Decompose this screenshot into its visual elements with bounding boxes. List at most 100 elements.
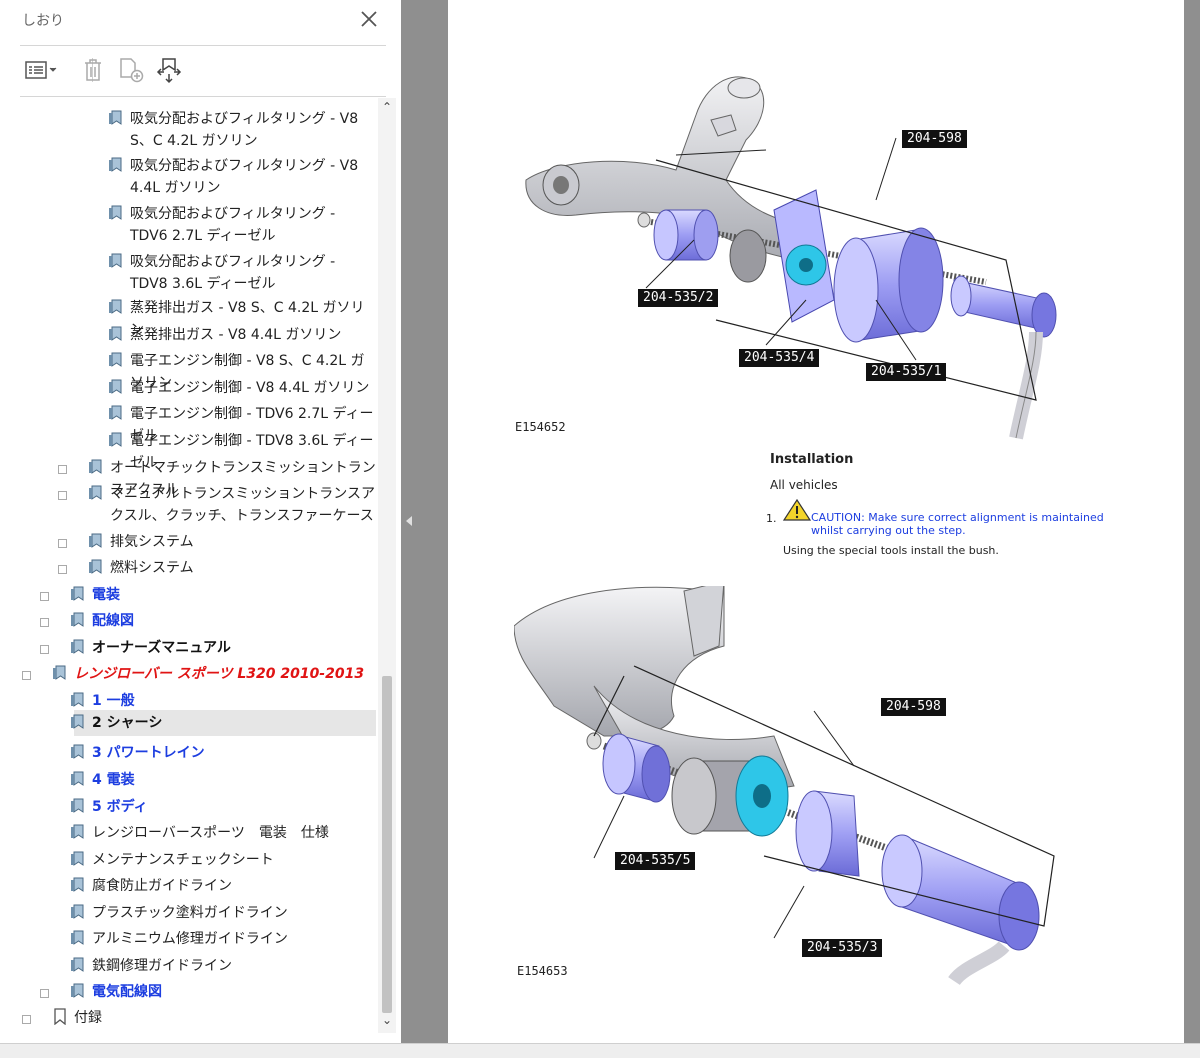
callout-label: 204-535/4 bbox=[739, 349, 820, 367]
expand-toggle-icon[interactable] bbox=[22, 1015, 31, 1024]
step-text: Using the special tools install the bush… bbox=[783, 544, 999, 557]
bookmark-icon bbox=[108, 298, 124, 315]
scroll-thumb[interactable] bbox=[382, 676, 392, 1013]
expand-toggle-icon[interactable] bbox=[40, 618, 49, 627]
bookmark-icon bbox=[70, 797, 86, 814]
bookmark-item[interactable]: 電子エンジン制御 - V8 S、C 4.2L ガソリン bbox=[0, 348, 378, 391]
expand-toggle-icon[interactable] bbox=[40, 989, 49, 998]
callout-label: 204-598 bbox=[902, 130, 967, 148]
bookmark-icon bbox=[108, 431, 124, 448]
expand-toggle-icon[interactable] bbox=[58, 465, 67, 474]
bookmark-item[interactable]: 電子エンジン制御 - V8 4.4L ガソリン bbox=[0, 375, 378, 401]
bookmark-label: 燃料システム bbox=[110, 560, 194, 576]
scroll-down-icon[interactable]: ⌄ bbox=[378, 1013, 396, 1031]
bookmark-item[interactable]: 蒸発排出ガス - V8 S、C 4.2L ガソリン bbox=[0, 295, 378, 338]
bookmark-item[interactable]: 電子エンジン制御 - TDV8 3.6L ディーゼル bbox=[0, 428, 378, 471]
bookmark-icon bbox=[88, 558, 104, 575]
bookmark-item[interactable]: 2 シャーシ bbox=[71, 710, 376, 736]
bookmark-icon bbox=[70, 823, 86, 840]
bookmark-item[interactable]: 吸気分配およびフィルタリング - TDV6 2.7L ディーゼル bbox=[0, 201, 378, 249]
bookmark-item[interactable]: 配線図 bbox=[0, 608, 378, 634]
divider bbox=[20, 45, 386, 46]
bookmark-label: プラスチック塗料ガイドライン bbox=[92, 905, 288, 921]
bookmark-item[interactable]: 付録 bbox=[0, 1005, 378, 1031]
bookmark-item[interactable]: 吸気分配およびフィルタリング - V8 S、C 4.2L ガソリン bbox=[0, 106, 378, 154]
bookmark-item[interactable]: レンジローバー スポーツ L320 2010-2013 bbox=[0, 661, 378, 687]
bookmark-item[interactable]: 5 ボディ bbox=[0, 794, 378, 820]
bookmark-item[interactable]: 4 電装 bbox=[0, 767, 378, 793]
bookmark-item[interactable]: 吸気分配およびフィルタリング - V8 4.4L ガソリン bbox=[0, 153, 378, 201]
expand-toggle-icon[interactable] bbox=[40, 592, 49, 601]
bookmark-label: 電装 bbox=[92, 587, 120, 603]
bookmark-icon bbox=[70, 585, 86, 602]
bookmark-icon bbox=[108, 378, 124, 395]
bookmark-icon bbox=[70, 903, 86, 920]
bookmark-icon bbox=[88, 458, 104, 475]
bookmark-item[interactable]: 電装 bbox=[0, 582, 378, 608]
bush-removal-illustration bbox=[525, 76, 1057, 440]
divider bbox=[20, 96, 386, 97]
bookmark-icon bbox=[70, 982, 86, 999]
status-bar bbox=[0, 1043, 1200, 1058]
bookmark-label: 1 一般 bbox=[92, 693, 135, 709]
bookmark-label: レンジローバー スポーツ L320 2010-2013 bbox=[74, 666, 365, 682]
expand-toggle-icon[interactable] bbox=[58, 539, 67, 548]
new-bookmark-icon[interactable] bbox=[116, 56, 146, 84]
callout-label: 204-598 bbox=[881, 698, 946, 716]
document-page[interactable]: 204-598 204-535/2 204-535/4 204-535/1 E1… bbox=[448, 0, 1184, 1043]
bookmark-item[interactable]: レンジローバースポーツ 電装 仕様 bbox=[0, 820, 378, 846]
bookmark-item[interactable]: 電子エンジン制御 - TDV6 2.7L ディーゼル bbox=[0, 401, 378, 444]
callout-label: 204-535/2 bbox=[638, 289, 719, 307]
close-icon[interactable] bbox=[356, 6, 382, 32]
bookmark-icon bbox=[70, 691, 86, 708]
bookmark-item[interactable]: マニュアルトランスミッショントランスアクスル、クラッチ、トランスファーケース bbox=[0, 481, 378, 529]
bookmark-label: 鉄鋼修理ガイドライン bbox=[92, 958, 232, 974]
bookmark-label: 配線図 bbox=[92, 613, 134, 629]
bush-installation-illustration bbox=[514, 586, 1055, 986]
bookmark-item[interactable]: 吸気分配およびフィルタリング - TDV8 3.6L ディーゼル bbox=[0, 249, 378, 297]
bookmark-icon bbox=[108, 252, 124, 269]
tree-scrollbar[interactable]: ⌃ ⌄ bbox=[378, 98, 396, 1033]
expand-toggle-icon[interactable] bbox=[58, 491, 67, 500]
delete-bookmark-icon[interactable] bbox=[80, 56, 106, 84]
bookmark-icon bbox=[108, 404, 124, 421]
expand-toggle-icon[interactable] bbox=[58, 565, 67, 574]
bookmark-icon bbox=[88, 532, 104, 549]
scroll-up-icon[interactable]: ⌃ bbox=[378, 100, 396, 118]
bookmark-item[interactable]: 電気配線図 bbox=[0, 979, 378, 1005]
expand-toggle-icon[interactable] bbox=[40, 645, 49, 654]
bookmark-icon bbox=[52, 664, 68, 681]
bookmark-label: 2 シャーシ bbox=[92, 715, 163, 731]
bookmark-icon bbox=[70, 850, 86, 867]
bookmark-icon bbox=[70, 611, 86, 628]
figure-id: E154653 bbox=[517, 964, 568, 978]
bookmark-icon bbox=[70, 638, 86, 655]
bookmark-item[interactable]: オートマチックトランスミッショントランスアクスル bbox=[0, 455, 378, 498]
expand-bookmark-icon[interactable] bbox=[154, 56, 184, 84]
bookmark-label: 4 電装 bbox=[92, 772, 135, 788]
bookmark-label: 3 パワートレイン bbox=[92, 745, 205, 761]
bookmark-icon bbox=[108, 351, 124, 368]
bookmark-label: 電気配線図 bbox=[92, 984, 162, 1000]
bookmark-label: 吸気分配およびフィルタリング - TDV8 3.6L ディーゼル bbox=[130, 254, 336, 292]
expand-toggle-icon[interactable] bbox=[22, 671, 31, 680]
bookmark-item[interactable]: 鉄鋼修理ガイドライン bbox=[0, 953, 378, 979]
bookmark-icon bbox=[108, 325, 124, 342]
bookmark-item[interactable]: アルミニウム修理ガイドライン bbox=[0, 926, 378, 952]
collapse-panel-icon[interactable] bbox=[402, 512, 416, 530]
caution-text: CAUTION: Make sure correct alignment is … bbox=[811, 511, 1104, 537]
bookmark-icon bbox=[70, 713, 86, 730]
bookmark-label: レンジローバースポーツ 電装 仕様 bbox=[92, 825, 329, 841]
bookmark-item[interactable]: 排気システム bbox=[0, 529, 378, 555]
options-menu-icon[interactable] bbox=[24, 56, 60, 84]
bookmark-item[interactable]: メンテナンスチェックシート bbox=[0, 847, 378, 873]
bookmark-label: 吸気分配およびフィルタリング - V8 4.4L ガソリン bbox=[130, 158, 359, 196]
bookmark-label: 吸気分配およびフィルタリング - TDV6 2.7L ディーゼル bbox=[130, 206, 336, 244]
bookmark-item[interactable]: 腐食防止ガイドライン bbox=[0, 873, 378, 899]
bookmark-item[interactable]: 蒸発排出ガス - V8 4.4L ガソリン bbox=[0, 322, 378, 348]
bookmark-item[interactable]: オーナーズマニュアル bbox=[0, 635, 378, 661]
callout-label: 204-535/5 bbox=[615, 852, 696, 870]
bookmark-item[interactable]: 燃料システム bbox=[0, 555, 378, 581]
bookmark-item[interactable]: 3 パワートレイン bbox=[0, 740, 378, 766]
bookmark-item[interactable]: プラスチック塗料ガイドライン bbox=[0, 900, 378, 926]
